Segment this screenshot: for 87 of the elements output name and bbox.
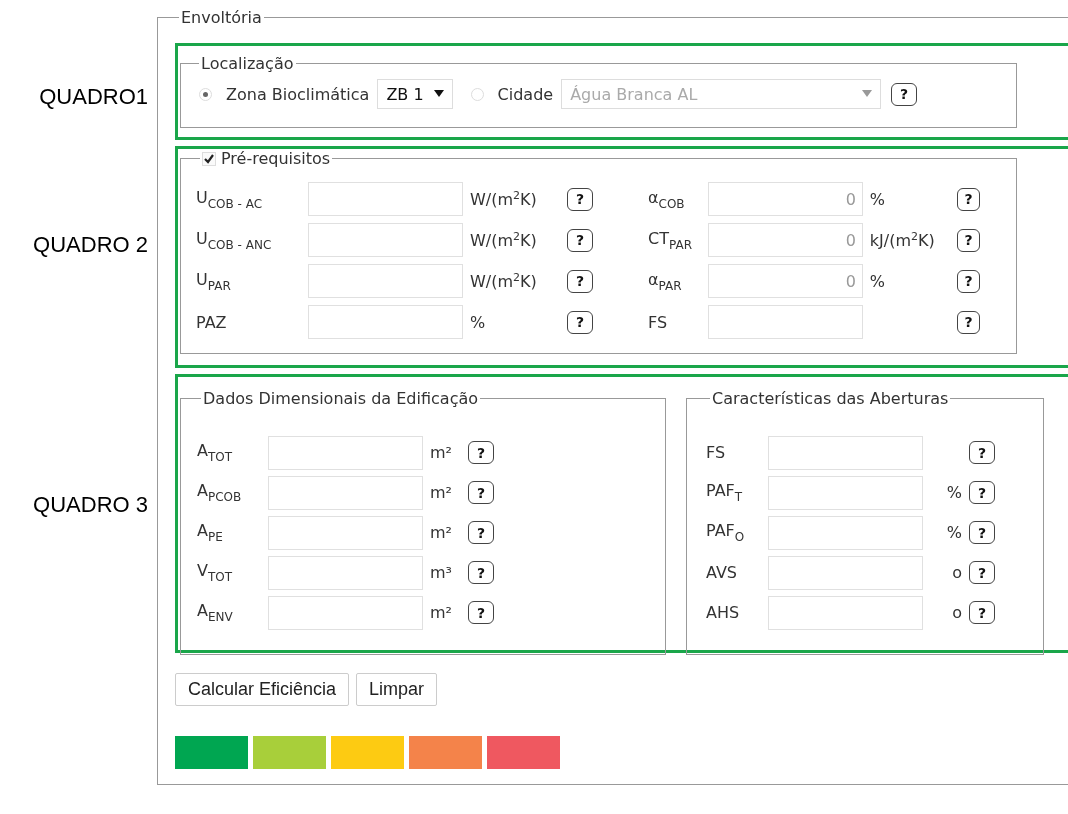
- unit-label: m²: [430, 483, 452, 502]
- help-button[interactable]: ?: [468, 441, 494, 464]
- help-button[interactable]: ?: [468, 481, 494, 504]
- help-button[interactable]: ?: [969, 561, 995, 584]
- help-button[interactable]: ?: [956, 269, 980, 293]
- unit-label: W/(m$^{2}$K): [470, 272, 537, 291]
- field-label: PAF$_{T}$: [706, 481, 744, 504]
- action-button[interactable]: Calcular Eficiência: [175, 673, 350, 706]
- input-field[interactable]: 0: [707, 223, 863, 257]
- radio-label: Cidade: [497, 84, 554, 104]
- help-button[interactable]: ?: [567, 187, 593, 211]
- field-label: AHS: [706, 603, 741, 622]
- field-label: PAZ: [196, 312, 228, 332]
- help-button[interactable]: ?: [969, 521, 995, 544]
- unit-label: %: [946, 523, 962, 542]
- field-label: U$_{COB - ANC}$: [196, 228, 273, 252]
- input-field[interactable]: [707, 305, 863, 339]
- unit-label: o: [952, 563, 962, 582]
- section-annotation: QUADRO 3: [33, 492, 148, 518]
- field-label: A$_{PCOB}$: [197, 481, 243, 504]
- input-field[interactable]: [268, 555, 423, 590]
- help-button[interactable]: ?: [891, 82, 918, 106]
- unit-label: kJ/(m$^{2}$K): [869, 231, 935, 250]
- input-field[interactable]: [768, 515, 923, 550]
- field-label: FS: [706, 443, 727, 462]
- dropdown[interactable]: ZB 1: [377, 79, 453, 109]
- unit-label: %: [869, 271, 885, 291]
- help-button[interactable]: ?: [969, 601, 995, 624]
- input-field[interactable]: [268, 435, 423, 470]
- fieldset-legend: Dados Dimensionais da Edificação: [201, 389, 481, 408]
- field-label: α$_{PAR}$: [648, 269, 683, 293]
- unit-label: m²: [430, 443, 452, 462]
- unit-label: %: [946, 483, 962, 502]
- help-button[interactable]: ?: [969, 441, 995, 464]
- input-field[interactable]: [768, 595, 923, 630]
- input-field[interactable]: [768, 435, 923, 470]
- unit-label: W/(m$^{2}$K): [470, 231, 537, 250]
- unit-label: W/(m$^{2}$K): [470, 190, 537, 209]
- unit-label: %: [470, 312, 486, 332]
- section-annotation: QUADRO 2: [33, 232, 148, 258]
- field-label: CT$_{PAR}$: [648, 228, 693, 252]
- unit-label: m³: [430, 563, 452, 582]
- caret-icon: [862, 90, 873, 98]
- help-button[interactable]: ?: [468, 521, 494, 544]
- unit-label: m²: [430, 603, 452, 622]
- field-label: α$_{COB}$: [648, 187, 686, 211]
- field-label: FS: [648, 312, 669, 332]
- section-annotation: QUADRO1: [39, 84, 148, 110]
- field-label: A$_{PE}$: [197, 521, 224, 544]
- checkbox[interactable]: [202, 151, 216, 166]
- unit-label: %: [869, 189, 885, 209]
- field-label: A$_{TOT}$: [197, 441, 234, 464]
- input-field[interactable]: [268, 595, 423, 630]
- fieldset-legend: Características das Aberturas: [710, 389, 951, 408]
- fieldset-legend: Localização: [199, 54, 296, 73]
- help-button[interactable]: ?: [468, 561, 494, 584]
- help-button[interactable]: ?: [567, 228, 593, 252]
- fieldset-legend: Pré-requisitos: [221, 149, 331, 168]
- input-field[interactable]: [768, 475, 923, 510]
- input-field[interactable]: 0: [707, 182, 863, 216]
- radio-label: Zona Bioclimática: [226, 84, 370, 104]
- field-label: U$_{PAR}$: [196, 269, 232, 293]
- action-button[interactable]: Limpar: [356, 673, 438, 706]
- unit-label: o: [952, 603, 962, 622]
- input-field[interactable]: [308, 264, 463, 298]
- caret-icon: [433, 90, 444, 98]
- field-label: PAF$_{O}$: [706, 521, 746, 544]
- fieldset-legend: Envoltória: [179, 8, 264, 27]
- help-button[interactable]: ?: [969, 481, 995, 504]
- input-field[interactable]: [308, 223, 463, 257]
- field-label: U$_{COB - AC}$: [196, 187, 264, 211]
- help-button[interactable]: ?: [567, 310, 593, 334]
- field-label: AVS: [706, 563, 739, 582]
- help-button[interactable]: ?: [468, 601, 494, 624]
- input-field[interactable]: [268, 475, 423, 510]
- field-label: V$_{TOT}$: [197, 561, 234, 584]
- input-field[interactable]: [768, 555, 923, 590]
- help-button[interactable]: ?: [567, 269, 593, 293]
- input-field[interactable]: [268, 515, 423, 550]
- input-field[interactable]: [308, 305, 463, 339]
- field-label: A$_{ENV}$: [197, 601, 234, 624]
- help-button[interactable]: ?: [956, 310, 980, 334]
- input-field[interactable]: 0: [707, 264, 863, 298]
- input-field[interactable]: [308, 182, 463, 216]
- unit-label: m²: [430, 523, 452, 542]
- help-button[interactable]: ?: [956, 187, 980, 211]
- help-button[interactable]: ?: [956, 228, 980, 252]
